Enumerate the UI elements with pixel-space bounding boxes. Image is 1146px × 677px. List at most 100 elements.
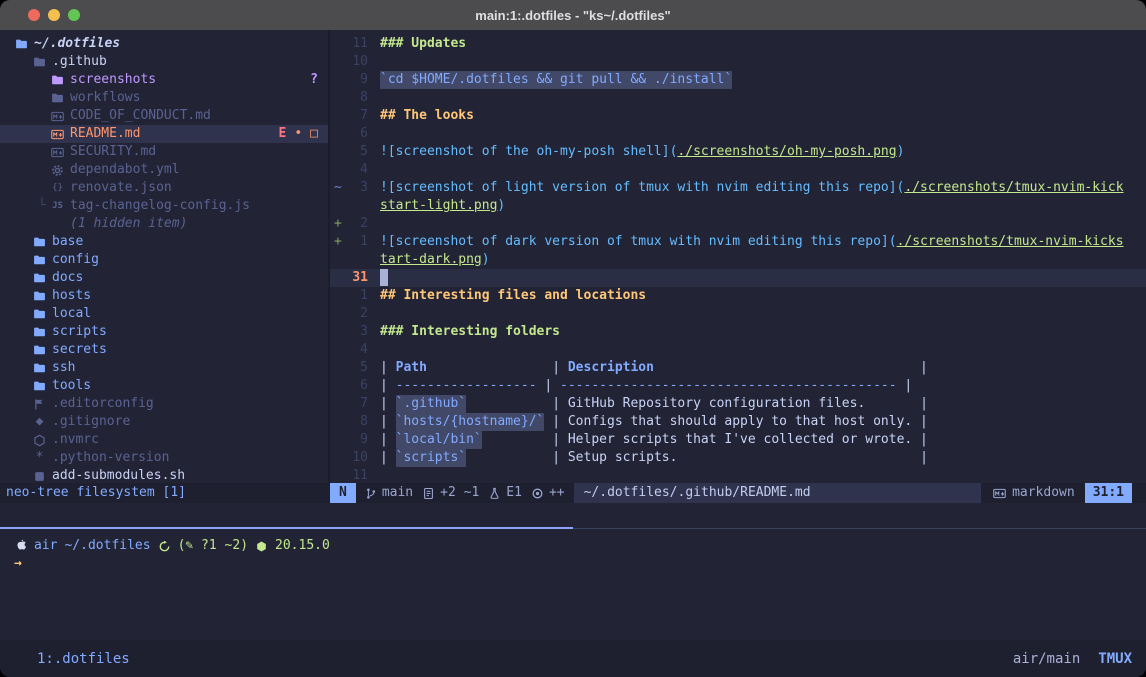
tree-item-label: dependabot.yml <box>70 161 180 179</box>
tree-item--github[interactable]: .github <box>0 53 328 71</box>
tree-item-config[interactable]: config <box>0 251 328 269</box>
folder-icon <box>32 254 47 267</box>
tree-item-base[interactable]: base <box>0 233 328 251</box>
link-url: ./screenshots/tmux-nvim-kick <box>904 179 1123 197</box>
tree-item-code-of-conduct-md[interactable]: CODE_OF_CONDUCT.md <box>0 107 328 125</box>
tree-item-label: tag-changelog-config.js <box>70 197 250 215</box>
tree-item-screenshots[interactable]: screenshots? <box>0 71 328 89</box>
tree-item-local[interactable]: local <box>0 305 328 323</box>
apple-icon <box>14 539 27 553</box>
file-tree: ~/.dotfiles.githubscreenshots?workflowsC… <box>0 35 328 485</box>
editor-line[interactable]: 10 <box>330 53 1146 71</box>
editor-line[interactable]: 6 <box>330 125 1146 143</box>
text-run: | <box>904 377 912 395</box>
tree-item--gitignore[interactable]: ◆.gitignore <box>0 413 328 431</box>
editor-line[interactable]: tart-dark.png) <box>330 251 1146 269</box>
tree-item-label: config <box>52 251 99 269</box>
tree-item--1-hidden-item-[interactable]: (1 hidden item) <box>0 215 328 233</box>
gear-icon <box>50 164 65 177</box>
line-number: 6 <box>344 377 368 395</box>
minimize-button[interactable] <box>48 9 60 21</box>
editor-line[interactable]: 2 <box>330 305 1146 323</box>
folder-icon <box>32 308 47 321</box>
line-number: 5 <box>344 359 368 377</box>
tree-item-label: scripts <box>52 323 107 341</box>
tree-item--dotfiles[interactable]: ~/.dotfiles <box>0 35 328 53</box>
gutter-sign <box>330 287 344 305</box>
text-run: ## Interesting files and locations <box>380 287 646 305</box>
tree-item--editorconfig[interactable]: .editorconfig <box>0 395 328 413</box>
window-controls <box>28 9 80 21</box>
editor-line[interactable]: 5![screenshot of the oh-my-posh shell](.… <box>330 143 1146 161</box>
editor-line[interactable]: 7## The looks <box>330 107 1146 125</box>
line-number: 31 <box>344 269 368 287</box>
hexagon-icon <box>32 434 47 447</box>
tree-item-label: .github <box>52 53 107 71</box>
editor-line[interactable]: 4 <box>330 161 1146 179</box>
editor-line[interactable]: ~3![screenshot of light version of tmux … <box>330 179 1146 197</box>
text-run: | <box>427 359 568 377</box>
tree-item-label: secrets <box>52 341 107 359</box>
tree-item--nvmrc[interactable]: .nvmrc <box>0 431 328 449</box>
close-button[interactable] <box>28 9 40 21</box>
editor-line[interactable]: 11 <box>330 467 1146 483</box>
folder-icon <box>32 362 47 375</box>
line-number: 2 <box>344 305 368 323</box>
tree-item-scripts[interactable]: scripts <box>0 323 328 341</box>
editor-line[interactable]: 10| `scripts` | Setup scripts. | <box>330 449 1146 467</box>
cursor-block <box>380 269 388 286</box>
editor-line[interactable]: 9`cd $HOME/.dotfiles && git pull && ./in… <box>330 71 1146 89</box>
tree-item-tag-changelog-config-js[interactable]: └JStag-changelog-config.js <box>0 197 328 215</box>
hostname-label: air <box>34 537 57 555</box>
file-path: ~/.dotfiles/.github/README.md <box>574 483 981 503</box>
line-number: 6 <box>344 125 368 143</box>
tree-item-tools[interactable]: tools <box>0 377 328 395</box>
text-run: ![screenshot of dark version of tmux wit… <box>380 233 897 251</box>
line-number: 11 <box>344 35 368 53</box>
editor-line[interactable]: 31 <box>330 269 1146 287</box>
tree-item-renovate-json[interactable]: {}renovate.json <box>0 179 328 197</box>
text-run: ) <box>897 143 905 161</box>
tmux-window-tab[interactable]: 1:.dotfiles <box>37 651 130 667</box>
tree-item--python-version[interactable]: *.python-version <box>0 449 328 467</box>
tmux-session-label: air/main <box>1013 651 1080 667</box>
code-span: `hosts/{hostname}/` <box>396 413 545 431</box>
tree-item-security-md[interactable]: SECURITY.md <box>0 143 328 161</box>
editor-line[interactable]: start-light.png) <box>330 197 1146 215</box>
text-run: | <box>482 431 568 449</box>
text-run: Path <box>396 359 427 377</box>
tmux-pane-border-active[interactable] <box>0 527 573 529</box>
tree-item-workflows[interactable]: workflows <box>0 89 328 107</box>
gutter-sign <box>330 449 344 467</box>
editor-line[interactable]: 5| Path | Description | <box>330 359 1146 377</box>
editor-line[interactable]: 1## Interesting files and locations <box>330 287 1146 305</box>
editor-line[interactable]: 7| `.github` | GitHub Repository configu… <box>330 395 1146 413</box>
gutter-sign <box>330 359 344 377</box>
tree-item-hosts[interactable]: hosts <box>0 287 328 305</box>
flask-icon <box>488 487 501 500</box>
tree-item-readme-md[interactable]: README.mdE•□ <box>0 125 328 143</box>
code-span: `cd $HOME/.dotfiles && git pull && ./ins… <box>380 71 732 89</box>
line-number: 7 <box>344 107 368 125</box>
line-number: 8 <box>344 413 368 431</box>
editor-line[interactable]: 8| `hosts/{hostname}/` | Configs that sh… <box>330 413 1146 431</box>
tree-item-dependabot-yml[interactable]: dependabot.yml <box>0 161 328 179</box>
editor-line[interactable]: +2 <box>330 215 1146 233</box>
zoom-button[interactable] <box>68 9 80 21</box>
editor-line[interactable]: 4 <box>330 341 1146 359</box>
gutter-sign <box>330 71 344 89</box>
line-number <box>344 197 368 215</box>
editor-line[interactable]: 6| ------------------ | ----------------… <box>330 377 1146 395</box>
editor-line[interactable]: 8 <box>330 89 1146 107</box>
editor-line[interactable]: 3### Interesting folders <box>330 323 1146 341</box>
editor-line[interactable]: 11### Updates <box>330 35 1146 53</box>
tree-item-ssh[interactable]: ssh <box>0 359 328 377</box>
titlebar[interactable]: main:1:.dotfiles - "ks~/.dotfiles" <box>0 0 1146 30</box>
tree-item-docs[interactable]: docs <box>0 269 328 287</box>
editor-line[interactable]: +1![screenshot of dark version of tmux w… <box>330 233 1146 251</box>
gutter-sign <box>330 197 344 215</box>
editor-line[interactable]: 9| `local/bin` | Helper scripts that I'v… <box>330 431 1146 449</box>
tree-item-secrets[interactable]: secrets <box>0 341 328 359</box>
editor-buffer[interactable]: 11### Updates 10 9`cd $HOME/.dotfiles &&… <box>330 35 1146 483</box>
help-hint-badge: ? <box>310 71 318 89</box>
